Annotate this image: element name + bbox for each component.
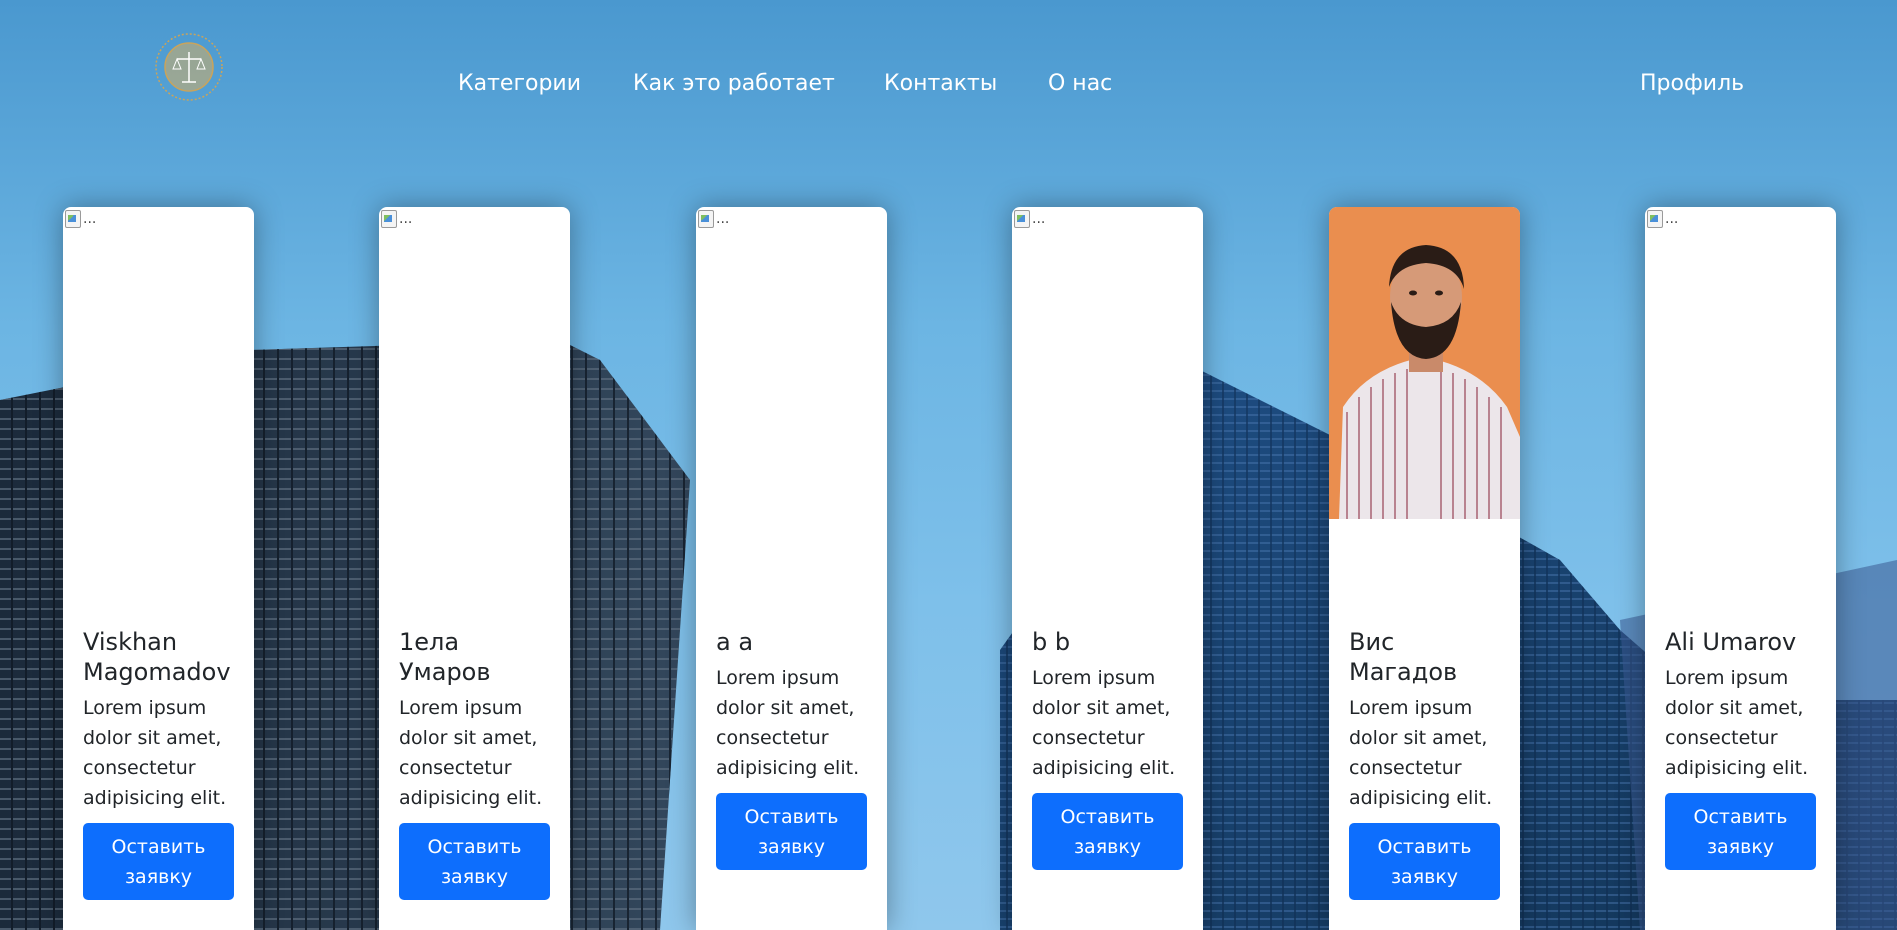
submit-request-button[interactable]: Оставить заявку	[1349, 823, 1500, 900]
broken-image-icon: ...	[65, 210, 96, 228]
card-text: Lorem ipsum dolor sit amet, consectetur …	[399, 697, 543, 809]
lawyer-photo	[1329, 207, 1520, 519]
card-title: Viskhan Magomadov	[83, 628, 231, 686]
top-navbar: Категории Как это работает Контакты О на…	[0, 0, 1897, 150]
card-text: Lorem ipsum dolor sit amet, consectetur …	[1032, 667, 1176, 779]
card-title: Вис Магадов	[1349, 628, 1458, 686]
lawyer-card: Вис Магадов Lorem ipsum dolor sit amet, …	[1329, 207, 1520, 930]
nav-link-contacts[interactable]: Контакты	[884, 69, 997, 99]
submit-request-button[interactable]: Оставить заявку	[1665, 793, 1816, 870]
nav-link-profile[interactable]: Профиль	[1640, 69, 1744, 99]
broken-image-icon: ...	[698, 210, 729, 228]
submit-request-button[interactable]: Оставить заявку	[1032, 793, 1183, 870]
card-image: ...	[1012, 207, 1203, 519]
image-alt-text: ...	[716, 211, 730, 227]
nav-link-how-it-works[interactable]: Как это работает	[633, 69, 835, 99]
image-alt-text: ...	[1032, 211, 1046, 227]
image-alt-text: ...	[1665, 211, 1679, 227]
submit-request-button[interactable]: Оставить заявку	[399, 823, 550, 900]
broken-image-icon: ...	[1014, 210, 1045, 228]
lawyer-card: ... a a Lorem ipsum dolor sit amet, cons…	[696, 207, 887, 930]
brand-logo[interactable]	[150, 24, 228, 106]
card-title: b b	[1032, 628, 1071, 656]
card-title: 1ела Умаров	[399, 628, 491, 686]
lawyer-card: ... b b Lorem ipsum dolor sit amet, cons…	[1012, 207, 1203, 930]
broken-image-icon: ...	[1647, 210, 1678, 228]
lawyer-card: ... Viskhan Magomadov Lorem ipsum dolor …	[63, 207, 254, 930]
card-text: Lorem ipsum dolor sit amet, consectetur …	[716, 667, 860, 779]
nav-link-about[interactable]: О нас	[1048, 69, 1112, 99]
card-image: ...	[1645, 207, 1836, 519]
card-title: Ali Umarov	[1665, 628, 1797, 656]
card-image: ...	[63, 207, 254, 519]
broken-image-icon: ...	[381, 210, 412, 228]
submit-request-button[interactable]: Оставить заявку	[716, 793, 867, 870]
image-alt-text: ...	[83, 211, 97, 227]
lawyer-card: ... Ali Umarov Lorem ipsum dolor sit ame…	[1645, 207, 1836, 930]
card-title: a a	[716, 628, 754, 656]
card-text: Lorem ipsum dolor sit amet, consectetur …	[1665, 667, 1809, 779]
lawyer-card: ... 1ела Умаров Lorem ipsum dolor sit am…	[379, 207, 570, 930]
card-image: ...	[379, 207, 570, 519]
card-image: ...	[696, 207, 887, 519]
image-alt-text: ...	[399, 211, 413, 227]
card-text: Lorem ipsum dolor sit amet, consectetur …	[1349, 697, 1493, 809]
nav-link-categories[interactable]: Категории	[458, 69, 581, 99]
person-photo-icon	[1329, 207, 1520, 519]
card-text: Lorem ipsum dolor sit amet, consectetur …	[83, 697, 227, 809]
submit-request-button[interactable]: Оставить заявку	[83, 823, 234, 900]
